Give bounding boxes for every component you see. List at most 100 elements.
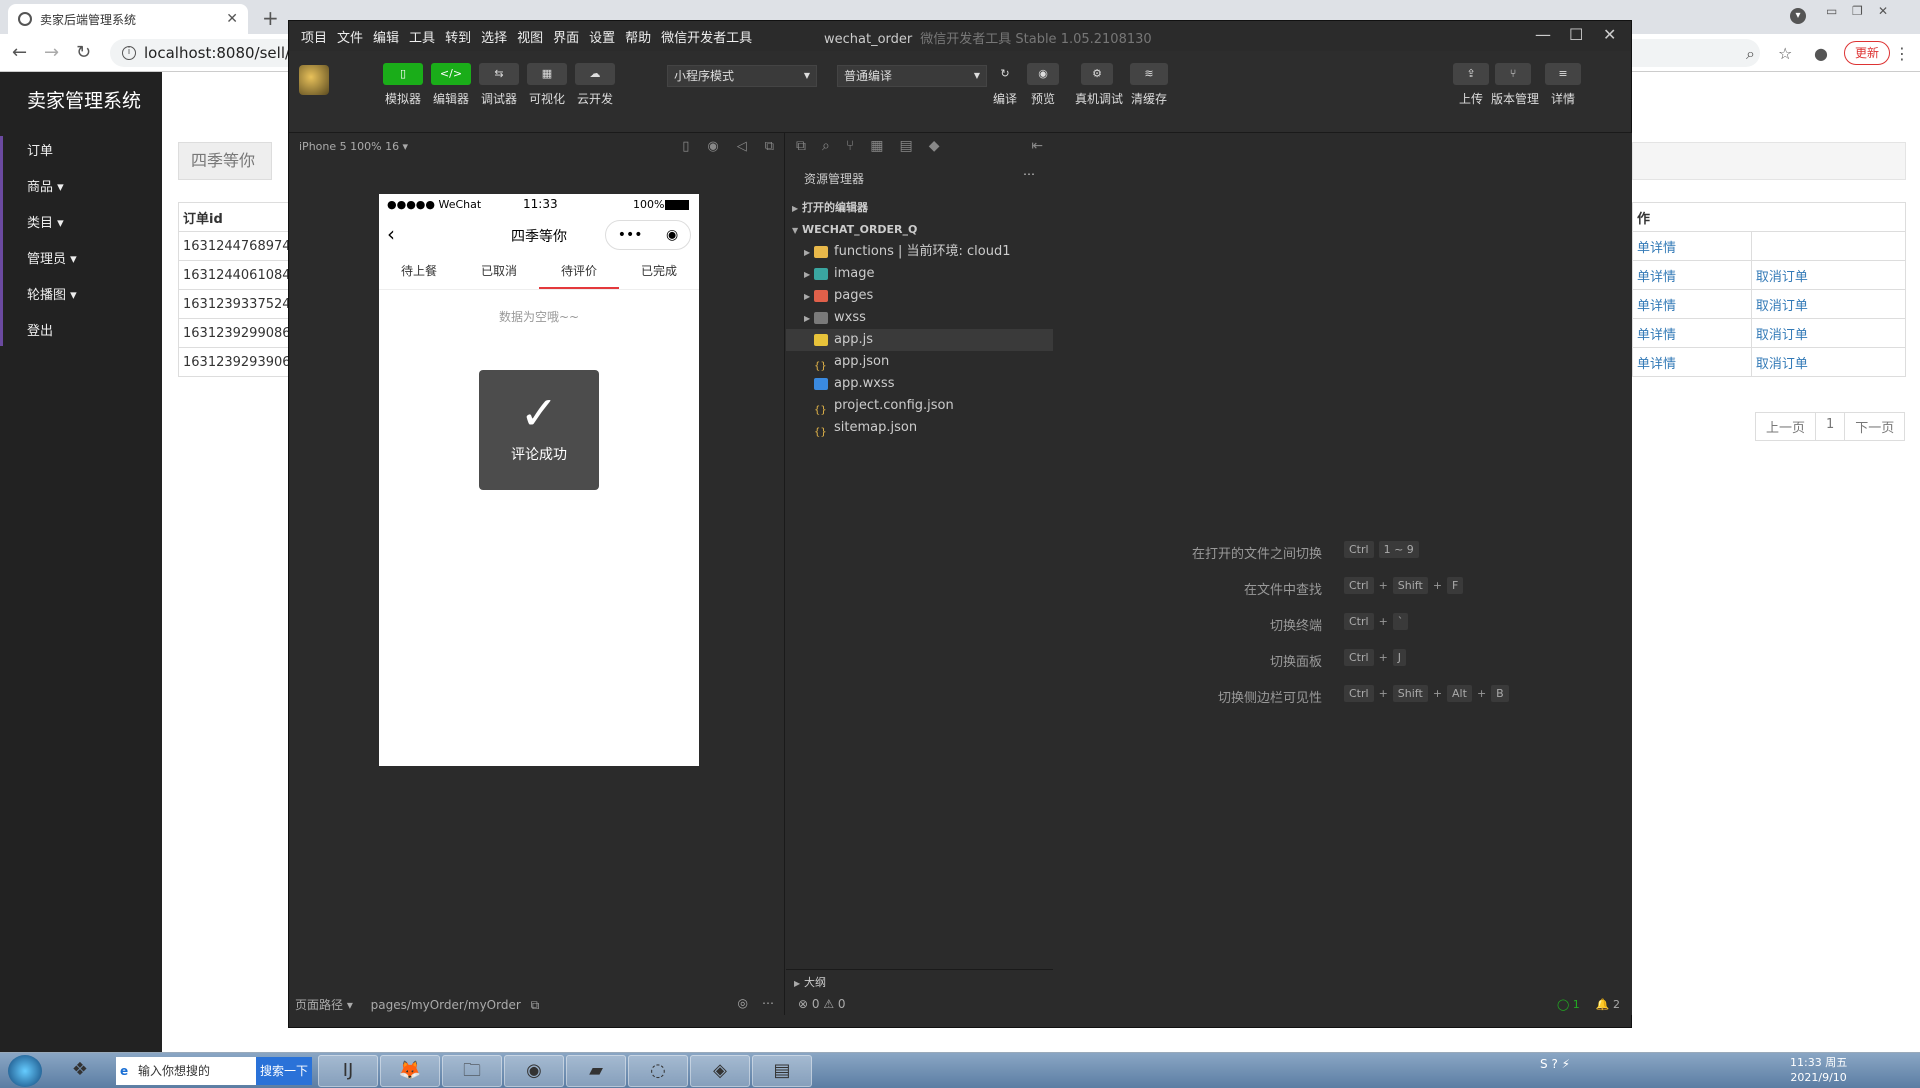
app-window-icon[interactable]: ▤ [752, 1055, 812, 1087]
tab-pending-review[interactable]: 待评价 [539, 254, 619, 289]
menu-help[interactable]: 帮助 [625, 27, 651, 46]
taskbar-search-button[interactable]: 搜索一下 [256, 1057, 312, 1085]
git-icon[interactable]: ⑂ [846, 138, 854, 156]
menu-edit[interactable]: 编辑 [373, 27, 399, 46]
minimize-icon[interactable]: ▭ [1826, 4, 1837, 18]
docker-icon[interactable]: ◆ [929, 138, 940, 156]
help-icon[interactable]: ? [1551, 1057, 1557, 1071]
network-icon[interactable]: ⚡ [1562, 1057, 1570, 1071]
browser-tab[interactable]: 卖家后端管理系统 ✕ [8, 4, 248, 34]
cancel-order-link[interactable] [1750, 231, 1907, 261]
phone-icon[interactable]: ▯ [682, 139, 689, 154]
order-detail-link[interactable]: 单详情 [1632, 318, 1752, 348]
order-detail-link[interactable]: 单详情 [1632, 231, 1752, 261]
folder-app-icon[interactable]: ▰ [566, 1055, 626, 1087]
menu-wechat-devtools[interactable]: 微信开发者工具 [661, 27, 752, 46]
browser-menu-icon[interactable]: ⋮ [1894, 44, 1910, 63]
extensions-icon[interactable]: ▦ [870, 138, 883, 156]
copy-icon[interactable]: ⧉ [531, 998, 540, 1012]
version-mgmt-button[interactable]: ⑂ 版本管理 [1491, 63, 1539, 107]
forward-icon[interactable]: → [44, 42, 59, 63]
tree-file-app-json[interactable]: {} app.json [786, 351, 1053, 373]
menu-project[interactable]: 项目 [301, 27, 327, 46]
mode-select[interactable]: 小程序模式 ▼ [667, 65, 817, 87]
360-browser-icon[interactable]: ❖ [52, 1055, 108, 1087]
capsule-close-icon[interactable]: ◉ [666, 227, 678, 243]
menu-goto[interactable]: 转到 [445, 27, 471, 46]
editor-button[interactable]: </> 编辑器 [429, 63, 473, 107]
taskbar-clock[interactable]: 11:33 周五 2021/9/10 [1790, 1055, 1847, 1085]
tab-pending-serve[interactable]: 待上餐 [379, 254, 459, 289]
project-root[interactable]: ▼ WECHAT_ORDER_Q [786, 219, 1053, 241]
details-button[interactable]: ≡ 详情 [1541, 63, 1585, 107]
taskbar-search-input[interactable]: e 输入你想搜的 [116, 1057, 256, 1085]
avatar[interactable] [299, 65, 329, 95]
outline-section[interactable]: ▶ 大纲 [786, 969, 1053, 991]
status-ok-count[interactable]: ◯ 1 [1557, 998, 1580, 1011]
notification-count[interactable]: 🔔 2 [1596, 998, 1620, 1011]
devtools-minimize-icon[interactable]: — [1535, 25, 1551, 44]
tree-file-project-config[interactable]: {} project.config.json [786, 395, 1053, 417]
devtools-close-icon[interactable]: ✕ [1603, 25, 1616, 44]
compile-select[interactable]: 普通编译 ▼ [837, 65, 987, 87]
reload-icon[interactable]: ↻ [76, 42, 91, 63]
tree-folder-image[interactable]: ▶ image [786, 263, 1053, 285]
page-number-button[interactable]: 1 [1815, 412, 1846, 441]
record-icon[interactable]: ◉ [707, 139, 718, 154]
order-detail-link[interactable]: 单详情 [1632, 347, 1752, 377]
order-detail-link[interactable]: 单详情 [1632, 289, 1752, 319]
clear-cache-button[interactable]: ≋ 清缓存 [1127, 63, 1171, 107]
simulator-button[interactable]: ▯ 模拟器 [381, 63, 425, 107]
ime-icon[interactable]: S [1540, 1057, 1548, 1071]
capsule-menu[interactable]: ••• ◉ [605, 220, 691, 250]
preview-button[interactable]: ◉ 预览 [1021, 63, 1065, 107]
sidebar-item-banners[interactable]: 轮播图 ▾ [27, 284, 77, 303]
new-tab-icon[interactable]: + [262, 6, 279, 30]
tree-folder-functions[interactable]: ▶ functions | 当前环境: cloud1 [786, 241, 1053, 263]
page-path-label[interactable]: 页面路径 ▾ [295, 998, 353, 1012]
site-info-icon[interactable]: i [122, 46, 136, 60]
devtools-maximize-icon[interactable]: ☐ [1569, 25, 1583, 44]
collapse-sidebar-icon[interactable]: ⇤ [1031, 138, 1043, 156]
menu-select[interactable]: 选择 [481, 27, 507, 46]
tab-completed[interactable]: 已完成 [619, 254, 699, 289]
tree-file-app-wxss[interactable]: app.wxss [786, 373, 1053, 395]
storage-icon[interactable]: ▤ [899, 138, 912, 156]
device-debug-button[interactable]: ⚙ 真机调试 [1075, 63, 1123, 107]
debugger-button[interactable]: ⇆ 调试器 [477, 63, 521, 107]
prev-page-button[interactable]: 上一页 [1755, 412, 1817, 441]
more-actions-icon[interactable]: ⋯ [1023, 167, 1035, 181]
sidebar-item-logout[interactable]: 登出 [27, 320, 53, 339]
cloud-dev-button[interactable]: ☁ 云开发 [573, 63, 617, 107]
window-close-icon[interactable]: ✕ [1878, 4, 1888, 18]
open-editors-section[interactable]: ▶ 打开的编辑器 [786, 197, 1053, 219]
recorder-icon[interactable]: ◌ [628, 1055, 688, 1087]
intellij-icon[interactable]: IJ [318, 1055, 378, 1087]
visualize-button[interactable]: ▦ 可视化 [525, 63, 569, 107]
upload-button[interactable]: ⇪ 上传 [1449, 63, 1493, 107]
next-page-button[interactable]: 下一页 [1844, 412, 1906, 441]
cancel-order-link[interactable]: 取消订单 [1750, 260, 1907, 290]
profile-icon[interactable]: ● [1814, 44, 1828, 63]
tab-search-icon[interactable]: ▾ [1790, 8, 1806, 24]
sidebar-item-products[interactable]: 商品 ▾ [27, 176, 64, 195]
cancel-order-link[interactable]: 取消订单 [1750, 289, 1907, 319]
more-dots-icon[interactable]: ••• [618, 227, 643, 243]
tree-file-sitemap[interactable]: {} sitemap.json [786, 417, 1053, 439]
zoom-icon[interactable]: ⌕ [1746, 44, 1755, 64]
sidebar-item-categories[interactable]: 类目 ▾ [27, 212, 64, 231]
bookmark-star-icon[interactable]: ☆ [1778, 44, 1792, 63]
eye-icon[interactable]: ◎ [738, 996, 748, 1010]
cancel-order-link[interactable]: 取消订单 [1750, 318, 1907, 348]
tree-folder-pages[interactable]: ▶ pages [786, 285, 1053, 307]
start-button[interactable] [8, 1055, 42, 1087]
menu-file[interactable]: 文件 [337, 27, 363, 46]
sidebar-item-admins[interactable]: 管理员 ▾ [27, 248, 77, 267]
search-icon[interactable]: ⌕ [822, 138, 830, 156]
cancel-order-link[interactable]: 取消订单 [1750, 347, 1907, 377]
update-button[interactable]: 更新 [1844, 41, 1891, 65]
tab-cancelled[interactable]: 已取消 [459, 254, 539, 289]
menu-view[interactable]: 视图 [517, 27, 543, 46]
tab-close-icon[interactable]: ✕ [226, 11, 238, 27]
order-detail-link[interactable]: 单详情 [1632, 260, 1752, 290]
